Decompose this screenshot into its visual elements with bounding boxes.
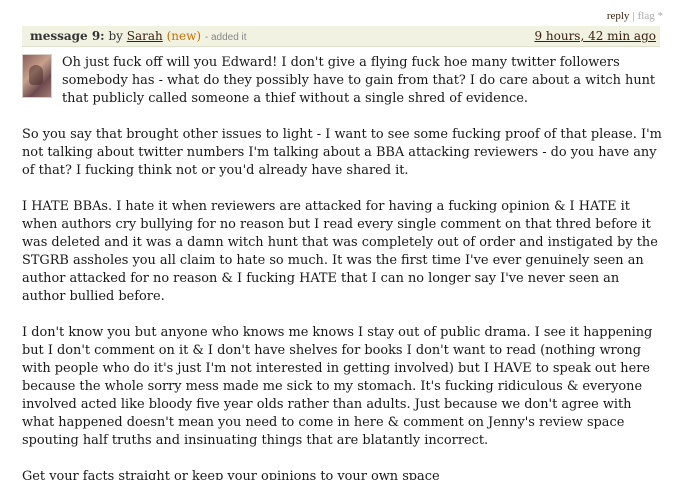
- message-paragraph: I HATE BBAs. I hate it when reviewers ar…: [22, 199, 658, 304]
- message-paragraph: So you say that brought other issues to …: [22, 127, 662, 178]
- shelf-status: - added it: [204, 32, 247, 43]
- comment-actions: reply | flag *: [607, 10, 663, 22]
- message-meta: message 9: by Sarah (new) - added it: [30, 26, 247, 48]
- reply-link[interactable]: reply: [607, 10, 630, 22]
- message-paragraph: I don't know you but anyone who knows me…: [22, 325, 653, 448]
- message-paragraph: Get your facts straight or keep your opi…: [22, 469, 440, 480]
- message-header: message 9: by Sarah (new) - added it 9 h…: [22, 26, 660, 47]
- flag-link[interactable]: flag *: [638, 10, 663, 22]
- timestamp-link[interactable]: 9 hours, 42 min ago: [534, 26, 656, 46]
- by-label: by: [108, 29, 123, 43]
- message-paragraph: Oh just fuck off will you Edward! I don'…: [62, 55, 656, 106]
- message-number: message 9:: [30, 29, 105, 43]
- message-body: Oh just fuck off will you Edward! I don'…: [22, 54, 662, 480]
- new-badge: (new): [166, 29, 202, 43]
- separator: |: [632, 10, 635, 22]
- author-link[interactable]: Sarah: [127, 29, 163, 43]
